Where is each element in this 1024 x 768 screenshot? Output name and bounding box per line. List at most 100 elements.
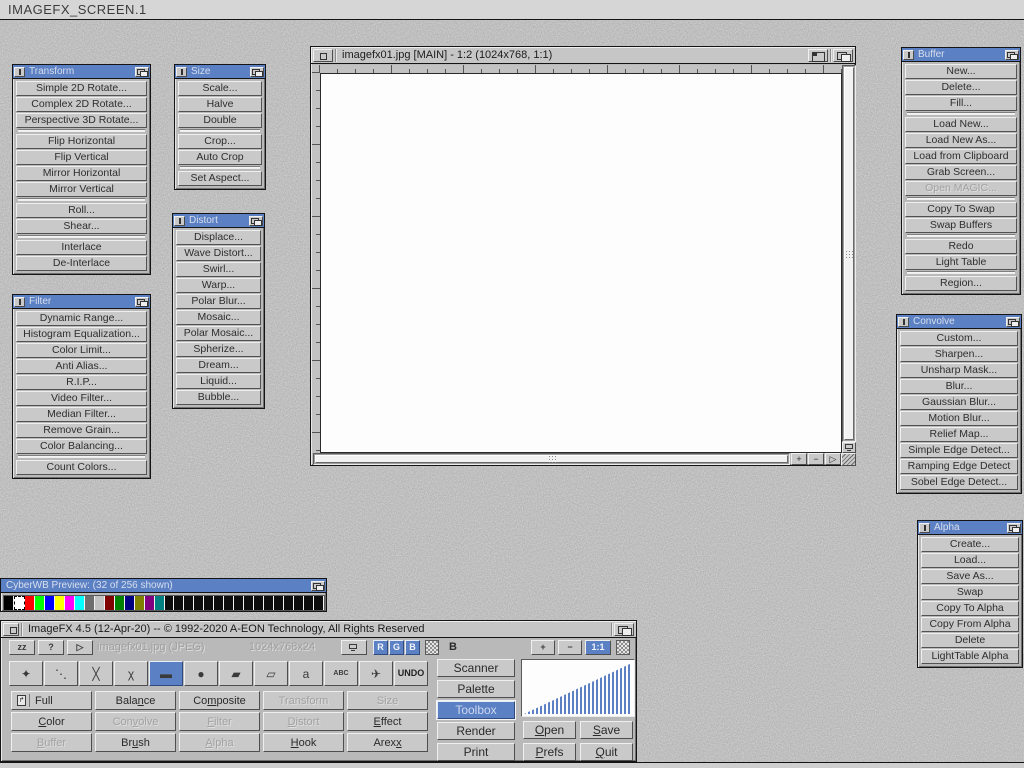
filter-remove-grain-button[interactable]: Remove Grain... bbox=[16, 423, 147, 438]
pan-button[interactable]: ▷ bbox=[825, 453, 841, 465]
zoom-in-button[interactable]: + bbox=[531, 640, 555, 655]
convolve-sobel-edge-detect-button[interactable]: Sobel Edge Detect... bbox=[900, 475, 1018, 490]
alpha-delete-button[interactable]: Delete bbox=[921, 633, 1019, 648]
color-swatch[interactable] bbox=[284, 596, 294, 610]
color-swatch[interactable] bbox=[85, 596, 95, 610]
line-tool-button[interactable]: ╳ bbox=[79, 661, 113, 686]
color-swatch[interactable] bbox=[294, 596, 304, 610]
depth-gadget[interactable] bbox=[249, 216, 263, 226]
quit-button[interactable]: Quit bbox=[580, 743, 633, 761]
size-double-button[interactable]: Double bbox=[178, 113, 262, 128]
vertical-scroll-thumb[interactable] bbox=[844, 67, 854, 440]
full-button[interactable]: ↱Full bbox=[11, 691, 92, 710]
color-swatch[interactable] bbox=[45, 596, 55, 610]
depth-gadget[interactable] bbox=[250, 67, 264, 77]
color-swatch[interactable] bbox=[304, 596, 314, 610]
screen-titlebar[interactable]: IMAGEFX_SCREEN.1 bbox=[0, 0, 1024, 20]
color-swatch[interactable] bbox=[135, 596, 145, 610]
filter-color-limit-button[interactable]: Color Limit... bbox=[16, 343, 147, 358]
filter-color-balancing-button[interactable]: Color Balancing... bbox=[16, 439, 147, 454]
buffer-redo-button[interactable]: Redo bbox=[905, 239, 1017, 254]
text-tool-button[interactable]: ABC bbox=[324, 661, 358, 686]
zoom-out-button[interactable]: − bbox=[558, 640, 582, 655]
depth-gadget[interactable] bbox=[833, 49, 853, 62]
dither-pattern-box[interactable] bbox=[425, 640, 439, 655]
color-swatch[interactable] bbox=[65, 596, 75, 610]
transform-complex-2d-rotate-button[interactable]: Complex 2D Rotate... bbox=[16, 97, 147, 112]
distort-spherize-button[interactable]: Spherize... bbox=[176, 342, 261, 357]
save-button[interactable]: Save bbox=[580, 721, 633, 739]
distort-mosaic-button[interactable]: Mosaic... bbox=[176, 310, 261, 325]
color-swatch[interactable] bbox=[55, 596, 65, 610]
color-swatch[interactable] bbox=[184, 596, 194, 610]
transform-perspective-3d-rotate-button[interactable]: Perspective 3D Rotate... bbox=[16, 113, 147, 128]
buffer-swap-buffers-button[interactable]: Swap Buffers bbox=[905, 218, 1017, 233]
buffer-load-new-button[interactable]: Load New... bbox=[905, 117, 1017, 132]
depth-gadget[interactable] bbox=[614, 623, 634, 636]
color-button[interactable]: Color bbox=[11, 712, 92, 731]
filter-count-colors-button[interactable]: Count Colors... bbox=[16, 460, 147, 475]
alpha-panel-titlebar[interactable]: Alpha bbox=[918, 521, 1022, 535]
alpha-load-button[interactable]: Load... bbox=[921, 553, 1019, 568]
effect-button[interactable]: Effect bbox=[347, 712, 428, 731]
palette-window-titlebar[interactable]: CyberWB Preview: (32 of 256 shown) bbox=[1, 579, 326, 593]
distort-polar-mosaic-button[interactable]: Polar Mosaic... bbox=[176, 326, 261, 341]
distort-liquid-button[interactable]: Liquid... bbox=[176, 374, 261, 389]
depth-gadget[interactable] bbox=[311, 581, 325, 591]
alpha-copy-from-alpha-button[interactable]: Copy From Alpha bbox=[921, 617, 1019, 632]
transform-roll-button[interactable]: Roll... bbox=[16, 203, 147, 218]
color-swatch[interactable] bbox=[264, 596, 274, 610]
transform-flip-vertical-button[interactable]: Flip Vertical bbox=[16, 150, 147, 165]
depth-gadget[interactable] bbox=[135, 297, 149, 307]
hook-button[interactable]: Hook bbox=[263, 733, 344, 752]
filter-histogram-equalization-button[interactable]: Histogram Equalization... bbox=[16, 327, 147, 342]
color-swatch[interactable] bbox=[14, 596, 25, 610]
distort-displace-button[interactable]: Displace... bbox=[176, 230, 261, 245]
size-panel-titlebar[interactable]: Size bbox=[175, 65, 265, 79]
scanner-button[interactable]: Scanner bbox=[437, 659, 515, 677]
filter-panel-titlebar[interactable]: Filter bbox=[13, 295, 150, 309]
size-scale-button[interactable]: Scale... bbox=[178, 81, 262, 96]
undo-button[interactable]: UNDO bbox=[394, 661, 428, 686]
composite-button[interactable]: Composite bbox=[179, 691, 260, 710]
panel-iconify-gadget[interactable] bbox=[14, 297, 25, 307]
depth-gadget[interactable] bbox=[1006, 317, 1020, 327]
color-swatch[interactable] bbox=[125, 596, 135, 610]
transform-shear-button[interactable]: Shear... bbox=[16, 219, 147, 234]
print-button[interactable]: Print bbox=[437, 743, 515, 761]
alpha-save-as-button[interactable]: Save As... bbox=[921, 569, 1019, 584]
palette-button[interactable]: Palette bbox=[437, 680, 515, 698]
polygon-tool-button[interactable]: ▰ bbox=[219, 661, 253, 686]
prefs-button[interactable]: Prefs bbox=[523, 743, 576, 761]
zoom-in-button[interactable]: + bbox=[791, 453, 807, 465]
open-button[interactable]: Open bbox=[523, 721, 576, 739]
outline-polygon-tool-button[interactable]: ▱ bbox=[254, 661, 288, 686]
distort-swirl-button[interactable]: Swirl... bbox=[176, 262, 261, 277]
buffer-load-new-as-button[interactable]: Load New As... bbox=[905, 133, 1017, 148]
transform-flip-horizontal-button[interactable]: Flip Horizontal bbox=[16, 134, 147, 149]
filter-median-filter-button[interactable]: Median Filter... bbox=[16, 407, 147, 422]
distort-bubble-button[interactable]: Bubble... bbox=[176, 390, 261, 405]
zoom-one-to-one-button[interactable]: 1:1 bbox=[585, 640, 611, 655]
sleep-button[interactable]: zz bbox=[9, 640, 35, 655]
depth-gadget[interactable] bbox=[1005, 50, 1019, 60]
color-swatch[interactable] bbox=[165, 596, 175, 610]
zoom-out-button[interactable]: − bbox=[808, 453, 824, 465]
size-halve-button[interactable]: Halve bbox=[178, 97, 262, 112]
transform-interlace-button[interactable]: Interlace bbox=[16, 240, 147, 255]
panel-iconify-gadget[interactable] bbox=[174, 216, 185, 226]
buffer-grab-screen-button[interactable]: Grab Screen... bbox=[905, 165, 1017, 180]
depth-gadget[interactable] bbox=[135, 67, 149, 77]
convolve-motion-blur-button[interactable]: Motion Blur... bbox=[900, 411, 1018, 426]
curve-tool-button[interactable]: χ bbox=[114, 661, 148, 686]
transform-panel-titlebar[interactable]: Transform bbox=[13, 65, 150, 79]
image-window-titlebar[interactable]: imagefx01.jpg [MAIN] - 1:2 (1024x768, 1:… bbox=[311, 47, 855, 64]
buffer-load-from-clipboard-button[interactable]: Load from Clipboard bbox=[905, 149, 1017, 164]
distort-polar-blur-button[interactable]: Polar Blur... bbox=[176, 294, 261, 309]
color-swatch[interactable] bbox=[145, 596, 155, 610]
panel-iconify-gadget[interactable] bbox=[903, 50, 914, 60]
horizontal-scroll-thumb[interactable] bbox=[315, 455, 788, 463]
dither-pattern-box[interactable] bbox=[616, 640, 630, 655]
buffer-fill-button[interactable]: Fill... bbox=[905, 96, 1017, 111]
channel-g-button[interactable]: G bbox=[389, 640, 404, 655]
